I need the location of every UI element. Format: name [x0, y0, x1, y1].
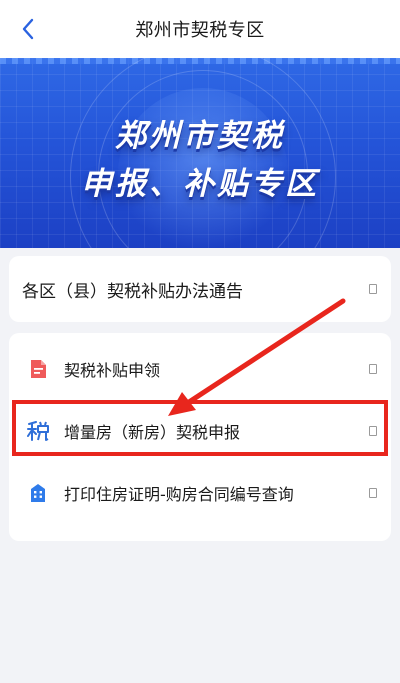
top-nav-bar: 郑州市契税专区 — [0, 0, 400, 58]
building-icon — [31, 484, 45, 502]
menu-item-new-house-tax-declaration[interactable]: 增量房（新房）契税申报 — [9, 401, 391, 461]
notice-label: 各区（县）契税补贴办法通告 — [22, 281, 243, 302]
menu-item-label: 增量房（新房）契税申报 — [64, 423, 241, 442]
back-button[interactable] — [8, 9, 48, 49]
chevron-right-icon — [369, 426, 377, 436]
notice-card: 各区（县）契税补贴办法通告 — [9, 256, 391, 322]
page: 郑州市契税专区 郑州市契税 申报、补贴专区 各区（县）契税补贴办法通告 契税补贴… — [0, 0, 400, 683]
chevron-left-icon — [22, 18, 34, 40]
service-menu-card: 契税补贴申领 增量房（新房）契税申报 打印住房证明-购房合同编号查询 — [9, 333, 391, 541]
menu-item-label: 打印住房证明-购房合同编号查询 — [64, 485, 294, 504]
chevron-right-icon — [369, 488, 377, 498]
tax-character-icon — [27, 421, 49, 441]
promo-banner: 郑州市契税 申报、补贴专区 — [0, 58, 400, 248]
notice-link[interactable]: 各区（县）契税补贴办法通告 — [9, 256, 391, 322]
menu-item-label: 契税补贴申领 — [64, 361, 161, 380]
menu-item-housing-certificate-query[interactable]: 打印住房证明-购房合同编号查询 — [9, 463, 391, 523]
page-title: 郑州市契税专区 — [135, 20, 265, 41]
menu-item-subsidy-claim[interactable]: 契税补贴申领 — [9, 339, 391, 399]
document-red-icon — [31, 360, 46, 378]
chevron-right-icon — [369, 284, 377, 294]
chevron-right-icon — [369, 364, 377, 374]
banner-title-line1: 郑州市契税 — [115, 118, 285, 154]
banner-title-line2: 申报、补贴专区 — [81, 166, 319, 202]
